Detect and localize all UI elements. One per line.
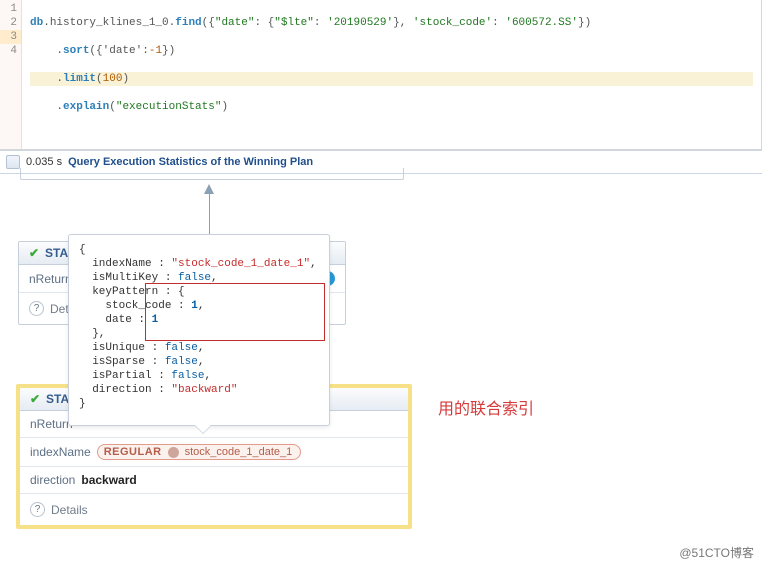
nreturned-label: nReturn (30, 417, 73, 431)
indexname-row: indexName REGULAR stock_code_1_date_1 (20, 438, 408, 467)
editor-content[interactable]: db.history_klines_1_0.find({"date": {"$l… (22, 0, 761, 149)
details-toggle[interactable]: ? Details (20, 494, 408, 525)
plan-arrow (204, 184, 214, 240)
editor-gutter: 1 2 3 4 (0, 0, 22, 149)
check-icon: ✔ (28, 392, 42, 406)
line-number: 3 (0, 30, 21, 44)
indexname-label: indexName (30, 445, 91, 459)
code-editor[interactable]: 1 2 3 4 db.history_klines_1_0.find({"dat… (0, 0, 762, 150)
watermark: @51CTO博客 (679, 544, 754, 561)
upper-stage-stub (20, 168, 404, 180)
help-icon: ? (30, 502, 45, 517)
direction-value: backward (81, 473, 136, 487)
line-number: 2 (0, 16, 21, 30)
annotation-note: 用的联合索引 (438, 395, 534, 419)
direction-row: direction backward (20, 467, 408, 494)
line-number: 4 (0, 44, 21, 58)
plan-area: ✔ STAG nReturn 0% ? Deta ✔ STAG nReturn … (0, 174, 762, 554)
index-pill[interactable]: REGULAR stock_code_1_date_1 (97, 444, 302, 460)
exec-time: 0.035 s (26, 156, 62, 168)
stats-title: Query Execution Statistics of the Winnin… (68, 156, 313, 168)
index-kind: REGULAR (104, 446, 162, 458)
tooltip-tail-icon (195, 425, 211, 433)
help-icon: ? (29, 301, 44, 316)
direction-label: direction (30, 473, 75, 487)
index-name-text: stock_code_1_date_1 (185, 446, 293, 458)
line-number: 1 (0, 2, 21, 16)
check-icon: ✔ (27, 246, 41, 260)
details-label: Details (51, 503, 88, 517)
index-tooltip: { indexName : "stock_code_1_date_1", isM… (68, 234, 330, 426)
nreturned-label: nReturn (29, 272, 72, 286)
info-icon (168, 447, 179, 458)
stats-icon (6, 155, 20, 169)
